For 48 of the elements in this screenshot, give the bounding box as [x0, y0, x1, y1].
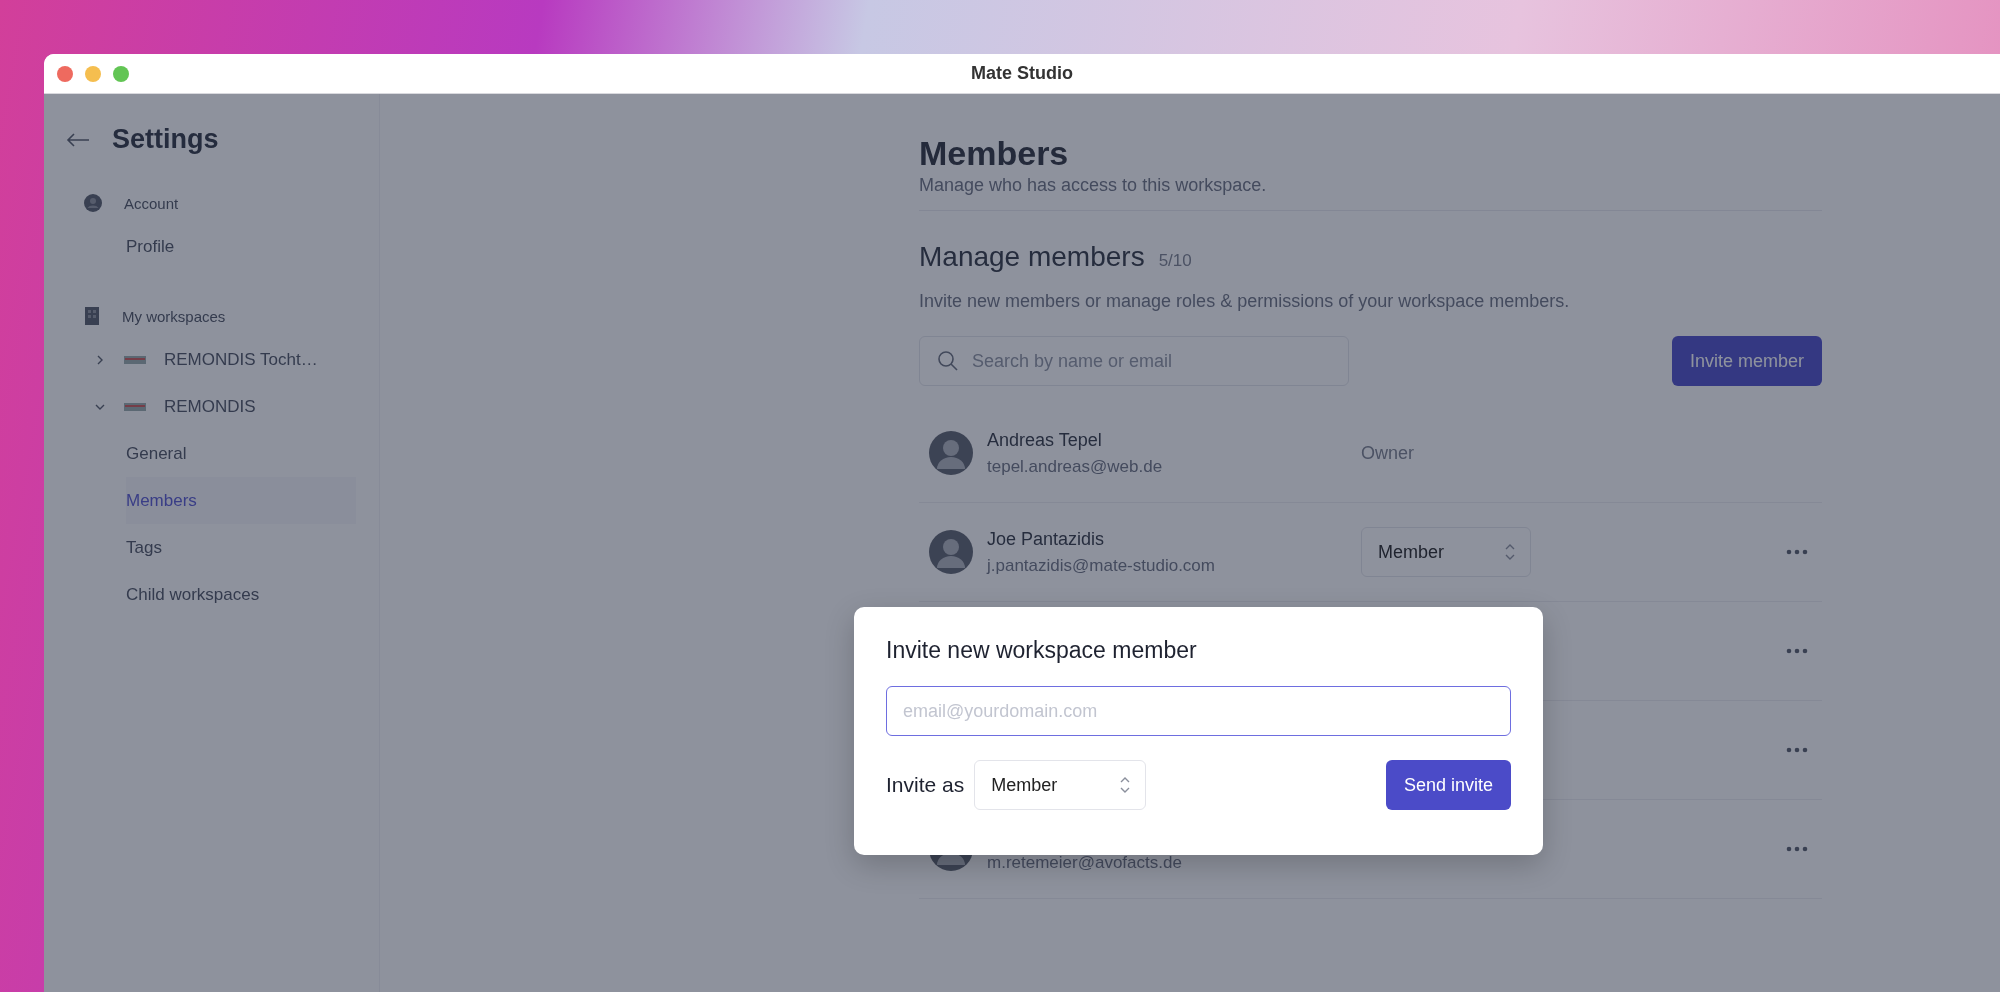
search-icon: [937, 350, 959, 372]
invite-member-button[interactable]: Invite member: [1671, 336, 1822, 386]
updown-icon: [1504, 542, 1516, 562]
more-icon: [1786, 549, 1808, 555]
member-name: Andreas Tepel: [987, 429, 1103, 451]
building-icon: [84, 307, 100, 325]
sidebar-item[interactable]: Members: [126, 477, 356, 524]
section-label: Account: [124, 194, 179, 212]
more-icon: [1786, 846, 1808, 852]
avatar-icon: [929, 431, 973, 475]
maximize-button[interactable]: [113, 65, 129, 82]
workspace-logo-icon: [124, 355, 146, 364]
invite-as-label: Invite as: [886, 773, 965, 797]
member-email: j.pantazidis@mate-studio.com: [987, 555, 1216, 576]
section-title: Manage members: [919, 241, 1145, 273]
workspace-name[interactable]: REMONDIS: [164, 396, 256, 417]
sidebar-item[interactable]: Tags: [126, 524, 356, 571]
sidebar-title: Settings: [112, 124, 219, 155]
section-label: My workspaces: [122, 307, 226, 325]
email-field[interactable]: email@yourdomain.com: [886, 686, 1511, 736]
sidebar-item[interactable]: Profile: [126, 223, 356, 270]
member-email: tepel.andreas@web.de: [987, 456, 1164, 477]
back-arrow-icon[interactable]: [66, 131, 90, 148]
dialog-title: Invite new workspace member: [886, 637, 1198, 664]
role-value: Member: [1378, 541, 1444, 563]
member-email: m.retemeier@avofacts.de: [987, 852, 1183, 873]
member-name: Joe Pantazidis: [987, 528, 1106, 550]
close-button[interactable]: [57, 65, 73, 82]
search-field[interactable]: Search by name or email: [919, 336, 1349, 386]
user-circle-icon: [84, 194, 102, 212]
avatar-icon: [929, 530, 973, 574]
more-icon: [1786, 648, 1808, 654]
workspace-logo-icon: [124, 402, 146, 411]
workspace-name[interactable]: REMONDIS Tocht…: [164, 349, 318, 370]
updown-icon: [1119, 775, 1132, 795]
window-title: Mate Studio: [970, 63, 1074, 84]
sidebar-item[interactable]: General: [126, 430, 356, 477]
send-invite-button[interactable]: Send invite: [1385, 760, 1511, 810]
page-subtitle: Manage who has access to this workspace.: [919, 175, 1822, 211]
more-icon: [1786, 747, 1808, 753]
role-select[interactable]: Member: [1361, 527, 1531, 577]
role-select[interactable]: Member: [974, 760, 1147, 810]
sidebar-item[interactable]: Child workspaces: [126, 571, 356, 618]
section-description: Invite new members or manage roles & permissions of your workspace members.: [919, 291, 1571, 312]
page-title: Members: [919, 134, 1070, 173]
member-count: 5/10: [1158, 251, 1192, 271]
role-value: Member: [991, 774, 1058, 796]
role-text: Owner: [1361, 442, 1414, 464]
